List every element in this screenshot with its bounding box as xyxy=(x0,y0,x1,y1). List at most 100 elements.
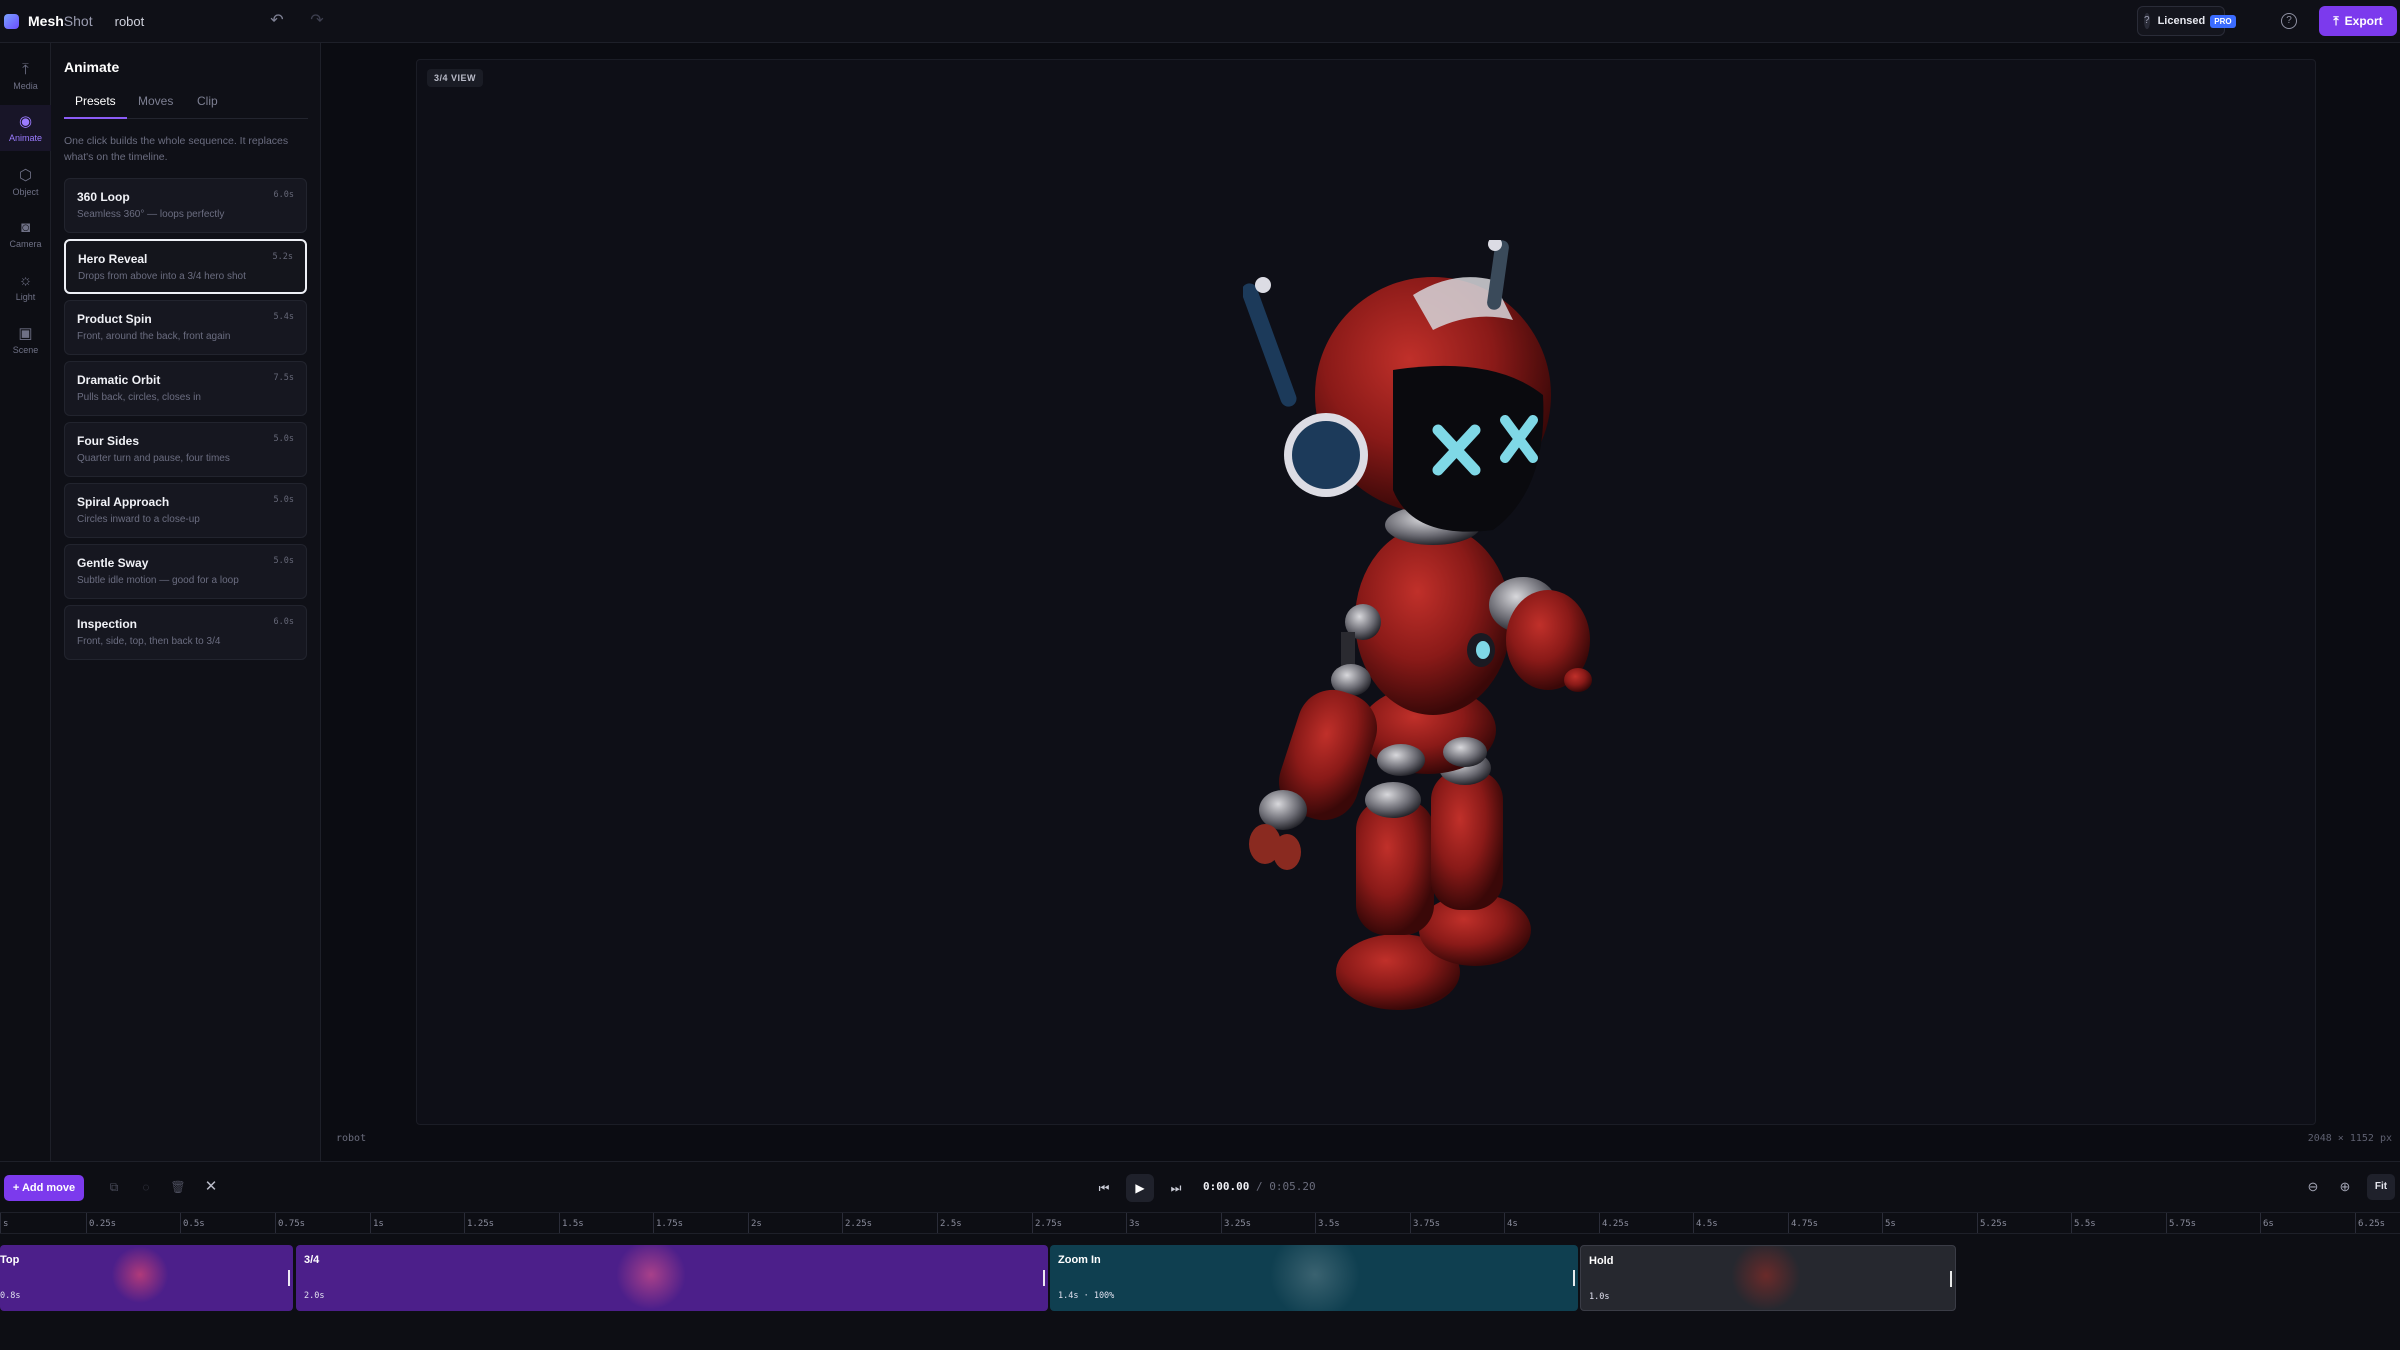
skip-back-icon[interactable]: ⏮ xyxy=(1090,1174,1118,1202)
rail-item-animate[interactable]: ◉ Animate xyxy=(0,105,51,151)
preset-duration: 5.0s xyxy=(273,556,294,566)
robot-model-image xyxy=(1243,240,1592,1010)
ruler-tick: 4.75s xyxy=(1788,1213,1818,1233)
preset-description: Quarter turn and pause, four times xyxy=(77,453,230,464)
clip-hold[interactable]: Hold 1.0s xyxy=(1580,1245,1956,1311)
tab-clip[interactable]: Clip xyxy=(197,93,218,119)
viewport-area: 3/4 VIEW robot 2048 × 1152 px xyxy=(322,43,2400,1161)
license-status[interactable]: ? Licensed PRO xyxy=(2137,6,2236,36)
trash-icon[interactable]: 🗑 xyxy=(170,1179,186,1195)
rail-label: Animate xyxy=(8,132,43,143)
rail-item-media[interactable]: ⤒ Media xyxy=(0,53,51,99)
zoom-in-icon[interactable]: ⊕ xyxy=(2336,1178,2354,1196)
clip-resize-handle[interactable] xyxy=(288,1270,290,1286)
preset-name: Dramatic Orbit xyxy=(77,373,161,387)
preset-card-selected[interactable]: Hero Reveal Drops from above into a 3/4 … xyxy=(64,239,307,294)
rail-item-scene[interactable]: ▣ Scene xyxy=(0,317,51,363)
redo-icon[interactable]: ↷ xyxy=(308,12,326,30)
undo-icon[interactable]: ↶ xyxy=(268,12,286,30)
rail-label: Camera xyxy=(9,238,42,249)
tab-moves[interactable]: Moves xyxy=(138,93,173,119)
ruler-tick: 1s xyxy=(370,1213,384,1233)
preset-card[interactable]: Inspection Front, side, top, then back t… xyxy=(64,605,307,660)
clip-three-quarter[interactable]: 3/4 2.0s xyxy=(296,1245,1048,1311)
preset-description: Subtle idle motion — good for a loop xyxy=(77,575,239,586)
preset-card[interactable]: Dramatic Orbit Pulls back, circles, clos… xyxy=(64,361,307,416)
add-move-button[interactable]: + Add move xyxy=(4,1175,84,1201)
viewport-resolution: 2048 × 1152 px xyxy=(2307,1133,2392,1144)
timeline-panel: + Add move ⧉ ◌ 🗑 ✕ ⏮ ▶ ⏭ 0:00.00 / 0:05.… xyxy=(0,1161,2400,1350)
3d-viewport[interactable]: 3/4 VIEW xyxy=(416,59,2316,1125)
license-help-icon: ? xyxy=(2144,13,2150,29)
ruler-tick: 5.25s xyxy=(1977,1213,2007,1233)
loop-icon[interactable]: ◌ xyxy=(138,1179,154,1195)
ruler-tick: 5.5s xyxy=(2071,1213,2096,1233)
animate-panel: Animate Presets Moves Clip One click bui… xyxy=(51,43,321,1161)
fit-button[interactable]: Fit xyxy=(2367,1174,2395,1200)
pro-badge: PRO xyxy=(2210,14,2236,28)
timecode-separator: / xyxy=(1255,1180,1263,1193)
app-root: MeshShot robot ↶ ↷ ? Licensed PRO ? ⤒ Ex… xyxy=(0,0,2400,1350)
close-icon[interactable]: ✕ xyxy=(203,1179,219,1195)
clip-zoom-in[interactable]: Zoom In 1.4s · 100% xyxy=(1050,1245,1578,1311)
preset-duration: 5.4s xyxy=(273,312,294,322)
preset-name: Gentle Sway xyxy=(77,556,149,570)
clip-thumbnail xyxy=(1250,1245,1380,1311)
ruler-tick: s xyxy=(0,1213,8,1233)
ruler-tick: 6s xyxy=(2260,1213,2274,1233)
preset-duration: 5.0s xyxy=(273,434,294,444)
preset-card[interactable]: Gentle Sway Subtle idle motion — good fo… xyxy=(64,544,307,599)
rail-item-object[interactable]: ⬡ Object xyxy=(0,159,51,205)
rail-item-camera[interactable]: ◙ Camera xyxy=(0,211,51,257)
export-button[interactable]: ⤒ Export xyxy=(2319,6,2397,36)
preset-description: Pulls back, circles, closes in xyxy=(77,392,201,403)
view-label: 3/4 VIEW xyxy=(427,69,484,87)
ruler-tick: 3.75s xyxy=(1410,1213,1440,1233)
skip-forward-icon[interactable]: ⏭ xyxy=(1162,1174,1190,1202)
zoom-out-icon[interactable]: ⊖ xyxy=(2304,1178,2322,1196)
time-ruler[interactable]: s 0.25s 0.5s 0.75s 1s 1.25s 1.5s 1.75s 2… xyxy=(0,1212,2400,1234)
duplicate-icon[interactable]: ⧉ xyxy=(106,1179,122,1195)
rail-label: Scene xyxy=(12,344,39,355)
help-icon[interactable]: ? xyxy=(2281,13,2297,29)
ruler-tick: 2.75s xyxy=(1032,1213,1062,1233)
preset-card[interactable]: Spiral Approach Circles inward to a clos… xyxy=(64,483,307,538)
total-duration: 0:05.20 xyxy=(1269,1180,1316,1193)
export-label: Export xyxy=(2344,14,2383,28)
preset-name: Spiral Approach xyxy=(77,495,170,509)
preset-name: Product Spin xyxy=(77,312,152,326)
sun-icon: ☼ xyxy=(18,271,33,289)
panel-tabs: Presets Moves Clip xyxy=(64,93,308,119)
panel-title: Animate xyxy=(64,59,120,75)
tab-presets[interactable]: Presets xyxy=(64,93,127,119)
play-button[interactable]: ▶ xyxy=(1126,1174,1154,1202)
ruler-tick: 0.75s xyxy=(275,1213,305,1233)
project-name[interactable]: robot xyxy=(115,14,145,29)
preset-card[interactable]: Product Spin Front, around the back, fro… xyxy=(64,300,307,355)
upload-icon: ⤒ xyxy=(22,60,29,78)
preset-name: Hero Reveal xyxy=(78,252,148,266)
preset-name: Four Sides xyxy=(77,434,140,448)
camera-icon: ◙ xyxy=(20,218,31,236)
timecode: 0:00.00 / 0:05.20 xyxy=(1203,1180,1316,1193)
rail-item-light[interactable]: ☼ Light xyxy=(0,264,51,310)
preset-card[interactable]: 360 Loop Seamless 360° — loops perfectly… xyxy=(64,178,307,233)
preset-name: Inspection xyxy=(77,617,138,631)
preset-description: Drops from above into a 3/4 hero shot xyxy=(78,271,246,282)
clip-duration: 2.0s xyxy=(304,1291,325,1301)
preset-description: Front, side, top, then back to 3/4 xyxy=(77,636,221,647)
ruler-tick: 3s xyxy=(1126,1213,1140,1233)
clip-duration: 0.8s xyxy=(0,1291,21,1301)
clip-resize-handle[interactable] xyxy=(1043,1270,1045,1286)
cube-icon: ⬡ xyxy=(18,166,33,184)
clip-resize-handle[interactable] xyxy=(1573,1270,1575,1286)
clip-top[interactable]: Top 0.8s xyxy=(0,1245,293,1311)
clip-thumbnail xyxy=(1721,1246,1811,1310)
preset-card[interactable]: Four Sides Quarter turn and pause, four … xyxy=(64,422,307,477)
preset-name: 360 Loop xyxy=(77,190,130,204)
top-bar: MeshShot robot ↶ ↷ ? Licensed PRO ? ⤒ Ex… xyxy=(0,0,2400,43)
ruler-tick: 1.5s xyxy=(559,1213,584,1233)
clip-name: Top xyxy=(0,1254,20,1266)
clip-resize-handle[interactable] xyxy=(1950,1271,1952,1287)
clip-duration: 1.4s · 100% xyxy=(1058,1291,1115,1301)
